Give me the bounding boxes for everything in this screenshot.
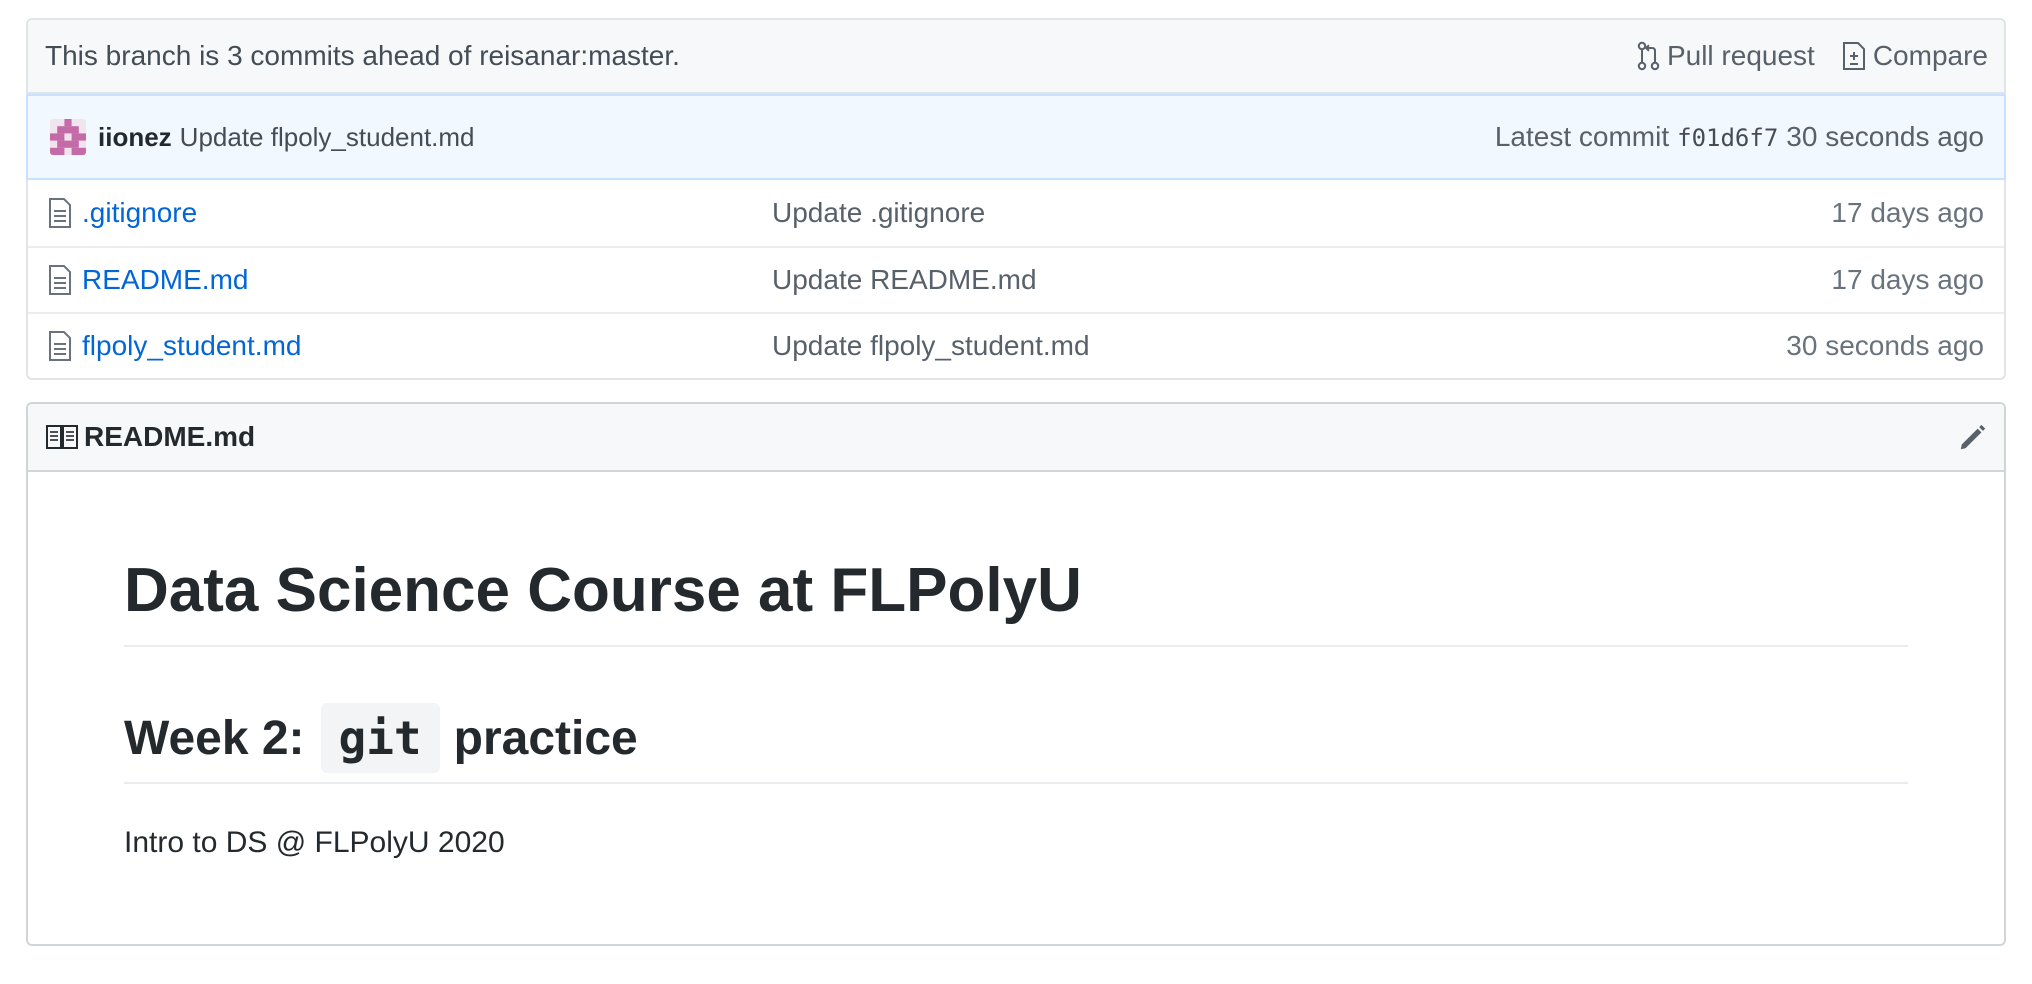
file-commit-message[interactable]: Update README.md [772, 264, 1831, 296]
commit-author[interactable]: iionez [98, 122, 172, 153]
readme-header: README.md [28, 404, 2004, 472]
file-row: .gitignore Update .gitignore 17 days ago [28, 180, 2004, 246]
heading-2-suffix: practice [453, 711, 638, 765]
compare-label: Compare [1872, 40, 1988, 71]
git-pull-request-icon [1637, 41, 1660, 71]
file-age: 30 seconds ago [1786, 330, 1984, 361]
file-age: 17 days ago [1831, 264, 1984, 295]
heading-2-prefix: Week 2: [124, 711, 305, 765]
pencil-icon[interactable] [1958, 422, 1988, 452]
latest-commit-label: Latest commit [1494, 121, 1670, 152]
diff-icon [1842, 42, 1865, 70]
book-icon [46, 425, 78, 449]
commit-meta: Latest commit f01d6f7 30 seconds ago [1495, 121, 1984, 153]
branch-info-bar: This branch is 3 commits ahead of reisan… [26, 18, 2006, 94]
compare-button[interactable]: Compare [1841, 40, 1988, 72]
readme-paragraph: Intro to DS @ FLPolyU 2020 [124, 826, 505, 859]
file-row: README.md Update README.md 17 days ago [28, 246, 2004, 312]
avatar[interactable] [50, 119, 86, 155]
branch-status-text: This branch is 3 commits ahead of reisan… [45, 40, 680, 71]
file-icon [49, 265, 71, 295]
readme-panel: README.md Data Science Course at FLPolyU… [26, 402, 2006, 946]
file-name-link[interactable]: .gitignore [82, 197, 772, 229]
file-icon [49, 331, 71, 361]
pull-request-label: Pull request [1666, 40, 1815, 71]
file-age: 17 days ago [1831, 197, 1984, 228]
branch-actions: Pull request Compare [1635, 40, 1988, 72]
file-commit-message[interactable]: Update flpoly_student.md [772, 330, 1786, 362]
readme-heading-2: Week 2: git practice [124, 700, 1908, 784]
readme-filename: README.md [84, 421, 256, 452]
file-commit-message[interactable]: Update .gitignore [772, 197, 1831, 229]
commit-age: 30 seconds ago [1786, 121, 1984, 152]
file-name-link[interactable]: flpoly_student.md [82, 330, 772, 362]
commit-message[interactable]: Update flpoly_student.md [180, 122, 1495, 153]
inline-code: git [320, 703, 440, 773]
file-list: .gitignore Update .gitignore 17 days ago… [26, 180, 2006, 380]
file-row: flpoly_student.md Update flpoly_student.… [28, 312, 2004, 378]
pull-request-button[interactable]: Pull request [1635, 40, 1815, 72]
file-name-link[interactable]: README.md [82, 264, 772, 296]
latest-commit-bar: iionez Update flpoly_student.md Latest c… [26, 94, 2006, 180]
repo-file-browser: This branch is 3 commits ahead of reisan… [0, 0, 2032, 984]
file-icon [49, 198, 71, 228]
commit-sha[interactable]: f01d6f7 [1677, 124, 1778, 152]
readme-heading-1: Data Science Course at FLPolyU [124, 558, 1908, 648]
